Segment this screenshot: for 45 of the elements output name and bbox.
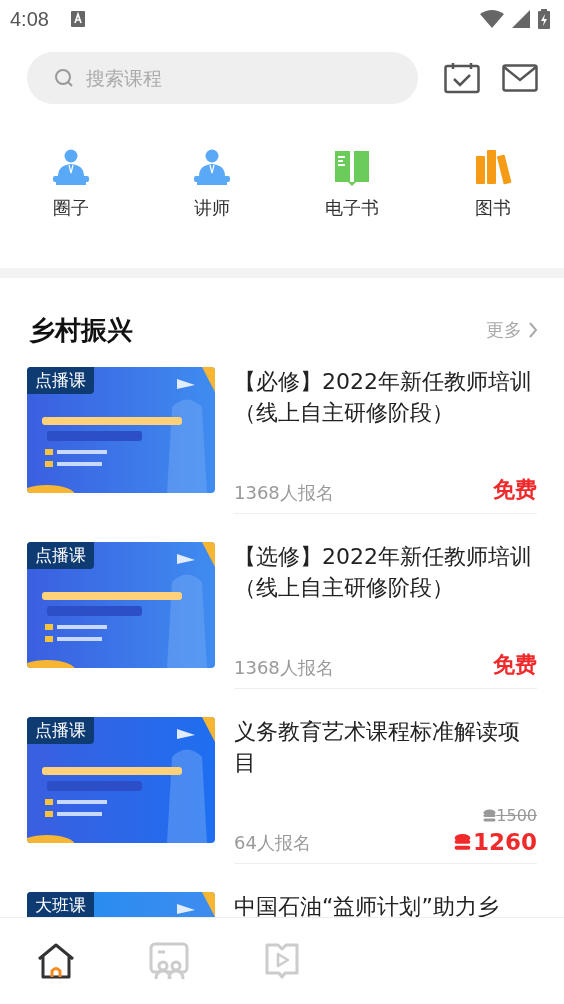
wifi-icon bbox=[480, 10, 504, 28]
course-title: 义务教育艺术课程标准解读项目 bbox=[234, 718, 521, 777]
course-type-badge: 点播课 bbox=[27, 367, 94, 394]
book-icon bbox=[333, 148, 372, 186]
signal-icon bbox=[512, 10, 530, 28]
price-free: 免费 bbox=[493, 476, 537, 504]
lecturer-icon bbox=[52, 148, 91, 186]
shortcut-label: 圈子 bbox=[53, 196, 90, 220]
course-item[interactable]: 点播课 【必修】2022年新任教师培训（线上自主研修阶段） 1368人报名 免费 bbox=[27, 364, 537, 539]
mail-icon[interactable] bbox=[502, 64, 538, 92]
calendar-check-icon[interactable] bbox=[444, 62, 480, 94]
coin-icon bbox=[483, 808, 497, 823]
course-title: 中国石油“益师计划”助力乡 bbox=[234, 893, 500, 917]
keyboard-icon bbox=[70, 11, 85, 27]
coin-icon bbox=[454, 832, 471, 852]
course-title: 【必修】2022年新任教师培训（线上自主研修阶段） bbox=[234, 368, 533, 427]
price-free: 免费 bbox=[493, 651, 537, 679]
shortcut-label: 图书 bbox=[474, 196, 511, 220]
shortcut-item[interactable]: 图书 bbox=[422, 148, 563, 248]
course-item[interactable]: 大班课 中国石油“益师计划”助力乡 bbox=[27, 889, 537, 917]
shortcut-item[interactable]: 讲师 bbox=[141, 148, 282, 248]
shortcut-item[interactable]: 圈子 bbox=[1, 148, 142, 248]
enrollment-count: 1368人报名 bbox=[234, 481, 334, 505]
home-icon[interactable] bbox=[36, 943, 77, 979]
enrollment-count: 1368人报名 bbox=[234, 656, 334, 680]
lecturer-icon bbox=[192, 148, 231, 186]
course-type-badge: 大班课 bbox=[27, 892, 94, 917]
search-field[interactable]: 搜索课程 bbox=[27, 52, 418, 104]
shortcut-label: 电子书 bbox=[325, 196, 380, 220]
status-time: 4:08 bbox=[10, 7, 49, 31]
course-type-badge: 点播课 bbox=[27, 542, 94, 569]
course-item[interactable]: 点播课 【选修】2022年新任教师培训（线上自主研修阶段） 1368人报名 免费 bbox=[27, 539, 537, 714]
section-title: 乡村振兴 bbox=[29, 313, 133, 347]
enrollment-count: 64人报名 bbox=[234, 831, 311, 855]
search-icon bbox=[54, 68, 74, 88]
current-price: 1260 bbox=[454, 829, 537, 855]
chevron-right-icon bbox=[528, 321, 538, 339]
battery-icon bbox=[538, 9, 550, 29]
shortcut-label: 讲师 bbox=[193, 196, 230, 220]
books-icon bbox=[473, 148, 512, 186]
original-price: 1500 bbox=[483, 806, 537, 825]
course-title: 【选修】2022年新任教师培训（线上自主研修阶段） bbox=[234, 543, 533, 602]
course-type-badge: 点播课 bbox=[27, 717, 94, 744]
shortcut-item[interactable]: 电子书 bbox=[282, 148, 423, 248]
course-item[interactable]: 点播课 义务教育艺术课程标准解读项目 64人报名 1500 1260 bbox=[27, 714, 537, 889]
